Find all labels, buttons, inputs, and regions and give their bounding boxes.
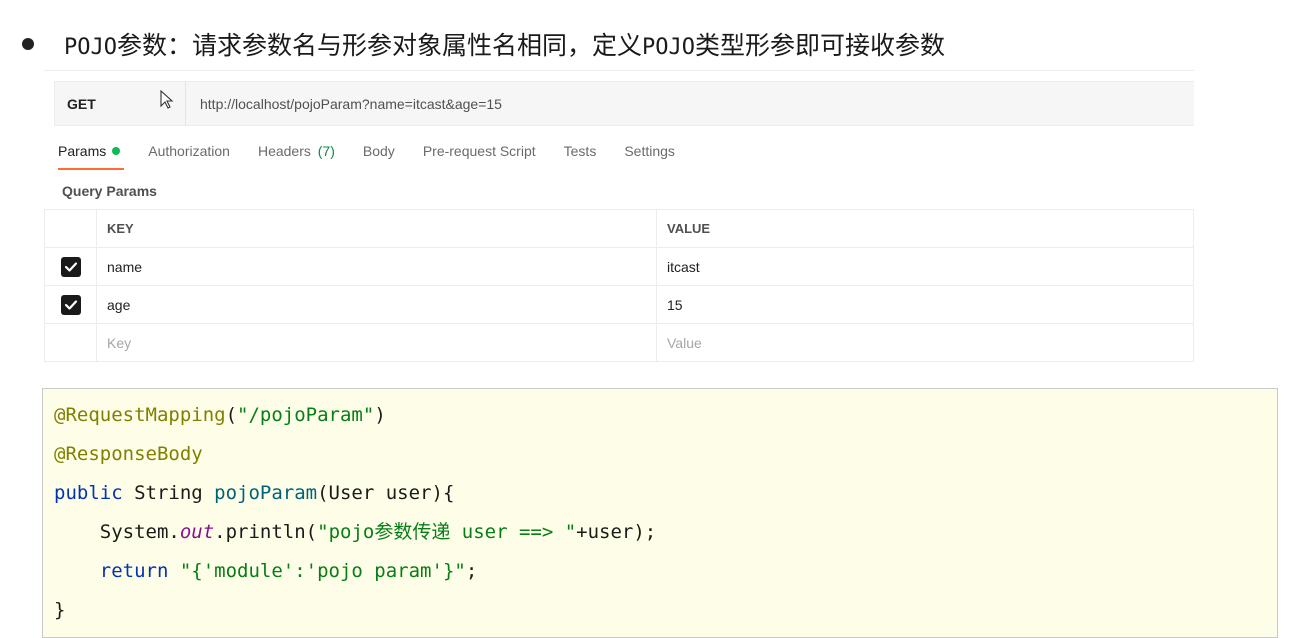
row-checkbox-cell	[44, 285, 97, 324]
check-icon	[64, 261, 77, 272]
code-method-name: pojoParam	[214, 482, 318, 504]
tab-pre-request-script-label: Pre-request Script	[422, 143, 536, 159]
code-field-out: out	[179, 521, 215, 543]
code-string-path: "/pojoParam"	[237, 404, 375, 426]
query-params-title: Query Params	[62, 183, 157, 199]
tab-headers[interactable]: Headers (7)	[258, 143, 335, 170]
code-system: System.	[54, 521, 180, 543]
param-checkbox-checked[interactable]	[60, 294, 81, 315]
tab-body[interactable]: Body	[363, 143, 395, 170]
new-value-input[interactable]: Value	[656, 323, 1194, 362]
bullet-dot-icon	[22, 38, 34, 50]
code-keyword-public: public	[54, 482, 123, 504]
param-value-cell[interactable]: itcast	[656, 247, 1194, 286]
tab-params-label: Params	[58, 143, 107, 159]
heading-bullet: POJO参数：请求参数名与形参对象属性名相同，定义POJO类型形参即可接收参数	[22, 24, 945, 64]
tab-settings-label: Settings	[624, 143, 675, 159]
table-row: age 15	[44, 285, 1194, 324]
tab-authorization-label: Authorization	[148, 143, 230, 159]
heading-prefix: POJO	[64, 35, 117, 60]
url-bar: GET http://localhost/pojoParam?name=itca…	[54, 81, 1194, 126]
code-line: public String pojoParam(User user){	[54, 477, 1277, 516]
code-block: @RequestMapping("/pojoParam") @ResponseB…	[42, 388, 1278, 638]
code-line: return "{'module':'pojo param'}";	[54, 555, 1277, 594]
row-checkbox-cell	[44, 247, 97, 286]
code-semicolon: ;	[465, 560, 478, 582]
tab-body-label: Body	[362, 143, 395, 159]
header-key: KEY	[96, 209, 657, 248]
query-params-table: KEY VALUE name itcast age 15 Key Value	[44, 209, 1194, 362]
request-tabs: Params Authorization Headers (7) Body Pr…	[58, 143, 703, 170]
annotation-request-mapping: @RequestMapping	[54, 404, 226, 426]
heading-mono-2: POJO	[642, 35, 695, 60]
tab-authorization[interactable]: Authorization	[148, 143, 230, 170]
code-line: @RequestMapping("/pojoParam")	[54, 399, 1277, 438]
param-key-cell[interactable]: name	[96, 247, 657, 286]
code-closing-brace: }	[54, 599, 66, 621]
url-input[interactable]: http://localhost/pojoParam?name=itcast&a…	[186, 96, 502, 112]
tab-tests[interactable]: Tests	[564, 143, 597, 170]
tab-params[interactable]: Params	[58, 143, 125, 170]
heading-text-1: 参数：请求参数名与形参对象属性名相同，定义	[116, 31, 642, 60]
code-line: @ResponseBody	[54, 438, 1277, 477]
heading-text-2: 类型形参即可接收参数	[694, 31, 945, 60]
code-line: }	[54, 594, 1277, 633]
params-active-dot-icon	[112, 147, 121, 155]
method-label: GET	[67, 95, 96, 112]
tab-settings[interactable]: Settings	[624, 143, 675, 170]
headers-count: (7)	[317, 143, 335, 159]
table-row: name itcast	[44, 247, 1194, 286]
tab-pre-request-script[interactable]: Pre-request Script	[423, 143, 536, 170]
postman-request-panel: GET http://localhost/pojoParam?name=itca…	[44, 70, 1194, 362]
table-row-placeholder: Key Value	[44, 323, 1194, 362]
code-keyword-return: return	[54, 560, 180, 582]
header-value: VALUE	[656, 209, 1194, 248]
heading-text: POJO参数：请求参数名与形参对象属性名相同，定义POJO类型形参即可接收参数	[64, 26, 945, 62]
new-key-input[interactable]: Key	[96, 323, 657, 362]
tab-headers-label: Headers	[257, 143, 311, 159]
code-paren-close: )	[374, 404, 386, 426]
param-value-cell[interactable]: 15	[656, 285, 1194, 324]
check-icon	[64, 299, 77, 310]
annotation-response-body: @ResponseBody	[54, 443, 203, 465]
tab-tests-label: Tests	[563, 143, 597, 159]
code-println: .println(	[214, 521, 318, 543]
code-line: System.out.println("pojo参数传递 user ==> "+…	[54, 516, 1277, 555]
code-method-params: (User user){	[317, 482, 455, 504]
mouse-cursor-icon	[160, 90, 174, 109]
header-checkbox-cell	[44, 209, 97, 248]
row-checkbox-cell-empty	[44, 323, 97, 362]
code-paren-open: (	[225, 404, 238, 426]
table-header-row: KEY VALUE	[44, 209, 1194, 248]
code-string-return: "{'module':'pojo param'}"	[179, 560, 466, 582]
param-checkbox-checked[interactable]	[60, 256, 81, 277]
method-select[interactable]: GET	[55, 82, 186, 125]
code-type-string: String	[122, 482, 215, 504]
code-concat-user: +user);	[576, 521, 657, 543]
param-key-cell[interactable]: age	[96, 285, 657, 324]
code-string-message: "pojo参数传递 user ==> "	[317, 521, 577, 543]
